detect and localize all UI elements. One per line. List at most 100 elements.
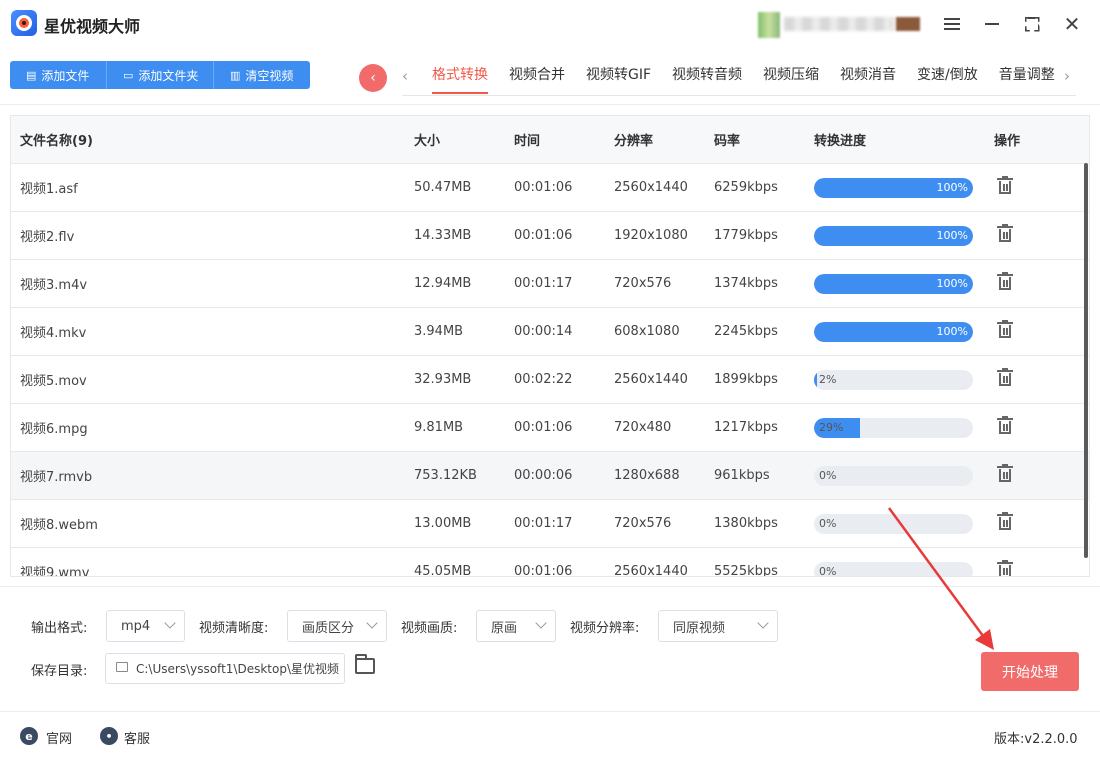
file-size: 13.00MB — [414, 516, 472, 531]
tab-video-to-gif[interactable]: 视频转GIF — [586, 60, 651, 94]
header-name[interactable]: 文件名称(9) — [11, 130, 414, 149]
header-size[interactable]: 大小 — [414, 130, 514, 149]
file-name: 视频1.asf — [20, 182, 78, 197]
file-bitrate: 6259kbps — [714, 180, 778, 195]
header-bitrate[interactable]: 码率 — [714, 130, 814, 149]
output-format-select[interactable]: mp4 — [106, 610, 185, 642]
progress-label: 100% — [936, 276, 968, 290]
file-resolution: 2560x1440 — [614, 180, 688, 195]
file-duration: 00:01:06 — [514, 228, 573, 243]
tab-video-merge[interactable]: 视频合并 — [509, 60, 565, 94]
delete-row-icon[interactable] — [996, 463, 1014, 484]
conversion-progress-bar: 0% — [814, 561, 973, 576]
table-row[interactable]: 视频7.rmvb 753.12KB 00:00:06 1280x688 961kbps 0… — [11, 452, 1089, 500]
maximize-icon[interactable] — [1018, 10, 1046, 38]
file-resolution: 2560x1440 — [614, 372, 688, 387]
table-row[interactable]: 视频3.m4v 12.94MB 00:01:17 720x576 1374kbps 100… — [11, 260, 1089, 308]
tab-speed-reverse[interactable]: 变速/倒放 — [917, 60, 978, 94]
chevron-down-icon — [535, 617, 547, 629]
file-bitrate: 2245kbps — [714, 324, 778, 339]
app-logo-icon — [11, 10, 37, 36]
resolution-value: 同原视频 — [673, 620, 726, 636]
conversion-progress-bar: 0% — [814, 465, 973, 486]
resolution-select[interactable]: 同原视频 — [658, 610, 778, 642]
table-row[interactable]: 视频5.mov 32.93MB 00:02:22 2560x1440 1899kbps 2… — [11, 356, 1089, 404]
tabs-scroll-left-icon[interactable]: ‹ — [402, 67, 408, 85]
tab-video-compress[interactable]: 视频压缩 — [763, 60, 819, 94]
table-row[interactable]: 视频8.webm 13.00MB 00:01:17 720x576 1380kbps 0% — [11, 500, 1089, 548]
website-icon[interactable]: e — [20, 727, 38, 745]
clarity-select[interactable]: 画质区分 — [287, 610, 387, 642]
header-action: 操作 — [994, 134, 1021, 149]
file-duration: 00:02:22 — [514, 372, 573, 387]
tabs-scroll-right-icon[interactable]: › — [1064, 67, 1070, 85]
close-icon[interactable]: ✕ — [1058, 10, 1086, 38]
file-name: 视频6.mpg — [20, 422, 88, 437]
support-link[interactable]: 客服 — [124, 728, 150, 747]
file-duration: 00:01:17 — [514, 516, 573, 531]
delete-row-icon[interactable] — [996, 511, 1014, 532]
table-header: 文件名称(9) 大小 时间 分辨率 码率 转换进度 操作 — [11, 116, 1089, 164]
file-name: 视频5.mov — [20, 374, 87, 389]
tab-format-convert[interactable]: 格式转换 — [432, 60, 488, 94]
file-duration: 00:00:14 — [514, 324, 573, 339]
table-row[interactable]: 视频9.wmv 45.05MB 00:01:06 2560x1440 5525kbps 0… — [11, 548, 1089, 577]
quality-select[interactable]: 原画 — [476, 610, 556, 642]
add-file-button[interactable]: ▤ 添加文件 — [10, 61, 107, 89]
open-folder-icon[interactable] — [355, 654, 375, 674]
file-bitrate: 1217kbps — [714, 420, 778, 435]
table-row[interactable]: 视频1.asf 50.47MB 00:01:06 2560x1440 6259kbps 1… — [11, 164, 1089, 212]
conversion-progress-bar: 2% — [814, 369, 973, 390]
table-row[interactable]: 视频6.mpg 9.81MB 00:01:06 720x480 1217kbps 29% — [11, 404, 1089, 452]
delete-row-icon[interactable] — [996, 223, 1014, 244]
file-bitrate: 961kbps — [714, 468, 770, 483]
settings-icon[interactable] — [938, 10, 966, 38]
table-row[interactable]: 视频2.flv 14.33MB 00:01:06 1920x1080 1779kbps 1… — [11, 212, 1089, 260]
file-duration: 00:01:06 — [514, 180, 573, 195]
delete-row-icon[interactable] — [996, 319, 1014, 340]
video-file-table: 文件名称(9) 大小 时间 分辨率 码率 转换进度 操作 视频1.asf 50.4… — [10, 115, 1090, 577]
tabs-divider — [402, 95, 1076, 96]
delete-row-icon[interactable] — [996, 415, 1014, 436]
delete-row-icon[interactable] — [996, 559, 1014, 576]
file-name: 视频7.rmvb — [20, 470, 93, 485]
table-row[interactable]: 视频4.mkv 3.94MB 00:00:14 608x1080 2245kbps 100… — [11, 308, 1089, 356]
minimize-icon[interactable] — [978, 10, 1006, 38]
table-scrollbar[interactable] — [1084, 163, 1088, 558]
quality-label: 视频画质: — [401, 621, 458, 636]
clarity-value: 画质区分 — [302, 620, 355, 636]
save-dir-label: 保存目录: — [31, 664, 88, 679]
save-dir-input[interactable]: C:\Users\yssoft1\Desktop\星优视频 — [105, 653, 345, 684]
header-progress: 转换进度 — [814, 134, 867, 149]
user-avatar[interactable] — [758, 12, 780, 38]
support-chat-icon[interactable]: • — [100, 727, 118, 745]
add-folder-button[interactable]: ▭ 添加文件夹 — [107, 61, 214, 89]
footer-bar — [0, 711, 1100, 760]
progress-label: 29% — [819, 420, 844, 434]
tab-video-to-audio[interactable]: 视频转音频 — [672, 60, 742, 94]
header-time[interactable]: 时间 — [514, 130, 614, 149]
delete-row-icon[interactable] — [996, 271, 1014, 292]
file-duration: 00:01:06 — [514, 420, 573, 435]
file-duration: 00:01:17 — [514, 276, 573, 291]
conversion-progress-bar: 100% — [814, 225, 973, 246]
header-resolution[interactable]: 分辨率 — [614, 130, 714, 149]
chevron-down-icon — [164, 617, 176, 629]
tab-video-mute[interactable]: 视频消音 — [840, 60, 896, 94]
delete-row-icon[interactable] — [996, 367, 1014, 388]
file-icon: ▤ — [26, 68, 37, 82]
collapse-sidebar-button[interactable]: ‹ — [359, 64, 387, 92]
conversion-progress-bar: 100% — [814, 177, 973, 198]
progress-label: 100% — [936, 324, 968, 338]
start-processing-button[interactable]: 开始处理 — [981, 652, 1079, 691]
file-size: 45.05MB — [414, 564, 472, 577]
clear-videos-button[interactable]: ▥ 清空视频 — [214, 61, 310, 89]
tab-volume-adjust[interactable]: 音量调整 — [999, 60, 1055, 94]
folder-icon — [116, 662, 128, 672]
file-bitrate: 1779kbps — [714, 228, 778, 243]
folder-icon: ▭ — [123, 68, 134, 82]
chevron-down-icon — [366, 617, 378, 629]
delete-row-icon[interactable] — [996, 175, 1014, 196]
output-format-label: 输出格式: — [31, 621, 88, 636]
website-link[interactable]: 官网 — [46, 728, 72, 747]
